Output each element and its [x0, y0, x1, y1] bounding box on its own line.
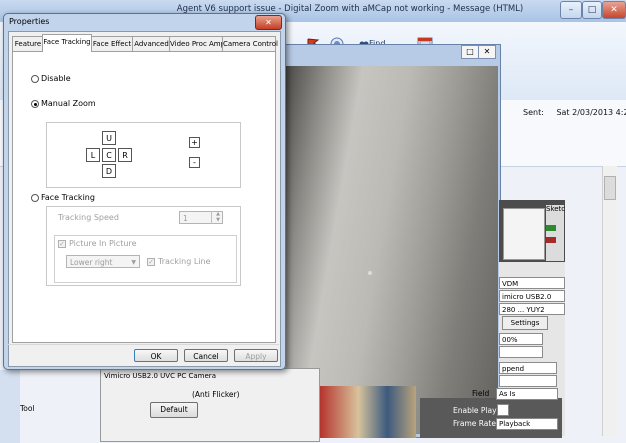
- pan-up-button[interactable]: U: [102, 131, 116, 145]
- face-tracking-label: Face Tracking: [41, 193, 95, 202]
- disable-label: Disable: [41, 74, 71, 83]
- left-toolbar: [0, 370, 20, 443]
- percent-field[interactable]: 00%: [499, 333, 543, 345]
- canvas-preview: [503, 208, 545, 260]
- spin-down-icon[interactable]: ▼: [212, 217, 224, 223]
- settings-button[interactable]: Settings: [502, 316, 548, 330]
- message-scrollbar[interactable]: [602, 166, 617, 436]
- zoom-out-button[interactable]: -: [189, 157, 200, 168]
- format-row[interactable]: 280 ... YUY2: [499, 303, 565, 315]
- dialog-title: Properties: [9, 17, 50, 26]
- enable-play-label: Enable Play: [453, 406, 497, 415]
- tab-face-effect[interactable]: Face Effect: [90, 36, 134, 51]
- center-button[interactable]: C: [102, 148, 116, 162]
- tracking-line-label: Tracking Line: [158, 257, 211, 266]
- sketch-label: Sketc: [546, 205, 566, 213]
- sent-value: Sat 2/03/2013 4:28 AM: [556, 108, 626, 117]
- sketch-palette: Sketc: [546, 205, 566, 261]
- camera-row[interactable]: imicro USB2.0: [499, 290, 565, 302]
- enable-play-checkbox[interactable]: [497, 404, 509, 416]
- disable-radio[interactable]: [31, 75, 39, 83]
- dialog-close-button[interactable]: ✕: [255, 15, 282, 30]
- tab-advanced[interactable]: Advanced: [132, 36, 171, 51]
- sent-label: Sent:: [523, 108, 544, 117]
- scrollbar-thumb[interactable]: [604, 176, 616, 200]
- field-label: Field: [472, 389, 490, 398]
- tab-camera-control[interactable]: Camera Control: [222, 36, 278, 51]
- video-speck: [368, 271, 372, 275]
- sent-field: Sent: Sat 2/03/2013 4:28 AM: [523, 108, 626, 117]
- picture-in-picture-label: Picture In Picture: [69, 239, 137, 248]
- amcap-maximize-button[interactable]: □: [461, 45, 479, 59]
- tool-label: Tool: [20, 404, 35, 413]
- device-row[interactable]: VDM: [499, 277, 565, 289]
- manual-zoom-group: [46, 122, 241, 188]
- cancel-button[interactable]: Cancel: [184, 349, 228, 362]
- close-window-button[interactable]: ✕: [602, 1, 626, 19]
- blank-field-2[interactable]: [499, 375, 557, 387]
- default-button[interactable]: Default: [150, 402, 198, 418]
- manual-zoom-radio[interactable]: [31, 100, 39, 108]
- chevron-down-icon: ▼: [131, 259, 136, 266]
- amcap-close-button[interactable]: ✕: [478, 45, 496, 59]
- camera-name: Vimicro USB2.0 UVC PC Camera: [104, 372, 216, 380]
- pan-down-button[interactable]: D: [102, 164, 116, 178]
- picture-in-picture-checkbox[interactable]: ✓: [58, 240, 66, 248]
- tracking-speed-spinner[interactable]: ▲ ▼: [211, 211, 224, 224]
- minimize-button[interactable]: –: [560, 1, 582, 19]
- ok-button[interactable]: OK: [134, 349, 178, 362]
- frame-rate-label: Frame Rate: [453, 419, 496, 428]
- maximize-button[interactable]: □: [582, 1, 602, 19]
- pan-left-button[interactable]: L: [86, 148, 100, 162]
- tracking-speed-label: Tracking Speed: [58, 213, 119, 222]
- anti-flicker-label: (Anti Flicker): [192, 390, 240, 399]
- pen-green-icon[interactable]: [546, 225, 556, 231]
- pen-red-icon[interactable]: [546, 237, 556, 243]
- face-tracking-radio[interactable]: [31, 194, 39, 202]
- tracking-line-checkbox[interactable]: ✓: [147, 258, 155, 266]
- footer-divider: [8, 344, 279, 345]
- tab-feature[interactable]: Feature: [12, 36, 44, 51]
- tab-video-proc-amp[interactable]: Video Proc Amp: [169, 36, 225, 51]
- frame-rate-select[interactable]: Playback: [496, 418, 558, 430]
- manual-zoom-label: Manual Zoom: [41, 99, 96, 108]
- photo-thumbnail: [320, 386, 416, 438]
- tab-face-tracking[interactable]: Face Tracking: [42, 34, 92, 52]
- append-field[interactable]: ppend: [499, 362, 557, 374]
- pip-position-select[interactable]: Lower right ▼: [66, 255, 140, 268]
- pan-right-button[interactable]: R: [118, 148, 132, 162]
- field-select[interactable]: As Is: [496, 388, 558, 400]
- pip-position-value: Lower right: [70, 258, 113, 267]
- blank-field[interactable]: [499, 346, 543, 358]
- playback-panel: Field As Is Enable Play Frame Rate Playb…: [420, 388, 562, 438]
- zoom-in-button[interactable]: +: [189, 137, 200, 148]
- apply-button[interactable]: Apply: [234, 349, 278, 362]
